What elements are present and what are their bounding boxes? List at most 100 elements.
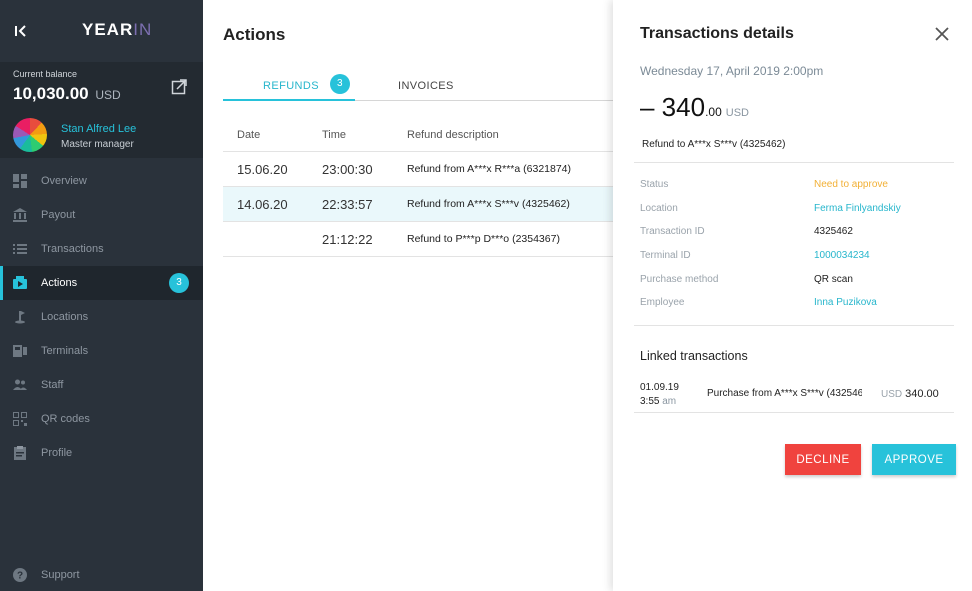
sidebar-item-actions[interactable]: Actions 3 <box>0 266 203 300</box>
sidebar-item-support[interactable]: ? Support <box>0 565 203 585</box>
refunds-count-badge: 3 <box>330 74 350 94</box>
table-row[interactable]: 21:12:22 Refund to P***p D***o (2354367) <box>223 222 613 257</box>
sidebar-item-label: Payout <box>41 209 76 221</box>
avatar[interactable] <box>13 118 47 152</box>
sidebar-item-label: Transactions <box>41 243 104 255</box>
linked-description[interactable]: Purchase from A***x S***v (4325462) <box>707 388 862 399</box>
transaction-amount: – 340.00 USD <box>640 92 749 122</box>
balance-section: Current balance 10,030.00 USD Stan Alfre… <box>0 62 203 158</box>
list-icon <box>13 244 27 254</box>
main-content: Actions REFUNDS 3 INVOICES Date Time Ref… <box>203 0 613 591</box>
status-value: Need to approve <box>814 179 888 190</box>
cell-date: 15.06.20 <box>237 161 288 177</box>
external-link-icon[interactable] <box>171 79 187 95</box>
page-title: Actions <box>223 25 286 44</box>
info-status: Status Need to approve <box>640 179 940 193</box>
tab-label: INVOICES <box>398 80 454 92</box>
info-key: Purchase method <box>640 274 719 285</box>
panel-title: Transactions details <box>640 25 794 42</box>
staff-icon <box>13 379 27 390</box>
info-transaction-id: Transaction ID 4325462 <box>640 226 940 240</box>
grid-icon <box>13 174 27 188</box>
approve-button[interactable]: APPROVE <box>872 444 956 475</box>
sidebar-item-terminals[interactable]: Terminals <box>0 334 203 368</box>
cell-time: 23:00:30 <box>322 161 373 177</box>
location-icon <box>15 311 25 324</box>
sidebar-item-label: Actions <box>41 277 78 289</box>
cell-description: Refund to P***p D***o (2354367) <box>407 233 560 245</box>
info-key: Transaction ID <box>640 226 705 237</box>
linked-amount: USD 340.00 <box>881 388 939 400</box>
cell-time: 21:12:22 <box>322 231 373 247</box>
sidebar-item-qr-codes[interactable]: QR codes <box>0 402 203 436</box>
actions-icon <box>13 276 27 289</box>
qr-icon <box>13 412 27 426</box>
sidebar-item-label: Overview <box>41 175 87 187</box>
close-icon[interactable] <box>935 27 949 41</box>
divider <box>634 325 954 326</box>
help-icon: ? <box>13 568 27 582</box>
sidebar-item-payout[interactable]: Payout <box>0 198 203 232</box>
balance-amount: 10,030.00 USD <box>13 84 121 103</box>
transaction-id-value: 4325462 <box>814 226 853 237</box>
user-role: Master manager <box>61 139 134 150</box>
amount-decimal: .00 <box>705 105 722 119</box>
refund-description: Refund to A***x S***v (4325462) <box>642 139 786 150</box>
cell-date: 14.06.20 <box>237 196 288 212</box>
info-key: Terminal ID <box>640 250 691 261</box>
tab-refunds[interactable]: REFUNDS 3 <box>223 73 355 101</box>
table-row[interactable]: 15.06.20 23:00:30 Refund from A***x R***… <box>223 152 613 187</box>
profile-icon <box>14 446 26 460</box>
sidebar-nav: Overview Payout Transactions Actions 3 L… <box>0 164 203 470</box>
tabs: REFUNDS 3 INVOICES <box>223 73 613 101</box>
info-key: Employee <box>640 297 685 308</box>
sidebar-item-label: Staff <box>41 379 64 391</box>
linked-ampm: am <box>662 396 677 407</box>
column-header-description[interactable]: Refund description <box>393 129 613 141</box>
purchase-method-value: QR scan <box>814 274 853 285</box>
cell-time: 22:33:57 <box>322 196 373 212</box>
amount-currency: USD <box>725 107 749 119</box>
column-header-date[interactable]: Date <box>223 129 308 141</box>
sidebar-item-locations[interactable]: Locations <box>0 300 203 334</box>
column-header-time[interactable]: Time <box>308 129 393 141</box>
sidebar-item-label: Profile <box>41 447 73 459</box>
svg-text:?: ? <box>17 571 23 582</box>
support-label: Support <box>41 569 80 581</box>
collapse-sidebar-icon[interactable] <box>12 22 30 40</box>
table-row-selected[interactable]: 14.06.20 22:33:57 Refund from A***x S***… <box>223 187 613 222</box>
employee-link[interactable]: Inna Puzikova <box>814 297 877 308</box>
logo: YEARIN <box>82 20 153 39</box>
sidebar-item-staff[interactable]: Staff <box>0 368 203 402</box>
table-header: Date Time Refund description <box>223 118 613 152</box>
sidebar-item-profile[interactable]: Profile <box>0 436 203 470</box>
actions-count-badge: 3 <box>169 273 189 293</box>
sidebar-header: YEARIN <box>0 0 203 62</box>
info-key: Status <box>640 179 669 190</box>
sidebar-item-transactions[interactable]: Transactions <box>0 232 203 266</box>
sidebar-item-overview[interactable]: Overview <box>0 164 203 198</box>
user-name[interactable]: Stan Alfred Lee <box>61 123 136 135</box>
sidebar-item-label: Terminals <box>41 345 89 357</box>
terminal-icon <box>13 345 27 357</box>
sidebar: YEARIN Current balance 10,030.00 USD Sta… <box>0 0 203 591</box>
linked-transactions-title: Linked transactions <box>640 349 748 363</box>
info-key: Location <box>640 203 678 214</box>
decline-button[interactable]: DECLINE <box>785 444 861 475</box>
location-link[interactable]: Ferma Finlyandskiy <box>814 203 901 214</box>
info-terminal-id: Terminal ID 1000034234 <box>640 250 940 264</box>
info-location: Location Ferma Finlyandskiy <box>640 203 940 217</box>
transaction-details-panel: Transactions details Wednesday 17, April… <box>613 0 972 591</box>
transaction-date: Wednesday 17, April 2019 2:00pm <box>640 64 824 78</box>
refunds-table: Date Time Refund description 15.06.20 23… <box>223 118 613 257</box>
balance-label: Current balance <box>13 69 78 79</box>
linked-date: 01.09.19 3:55 am <box>640 382 679 407</box>
divider <box>634 162 954 163</box>
info-employee: Employee Inna Puzikova <box>640 297 940 311</box>
tab-invoices[interactable]: INVOICES <box>398 73 478 101</box>
terminal-id-link[interactable]: 1000034234 <box>814 250 870 261</box>
linked-currency: USD <box>881 389 903 400</box>
sidebar-item-label: Locations <box>41 311 89 323</box>
bank-icon <box>13 208 27 222</box>
divider <box>634 412 954 413</box>
